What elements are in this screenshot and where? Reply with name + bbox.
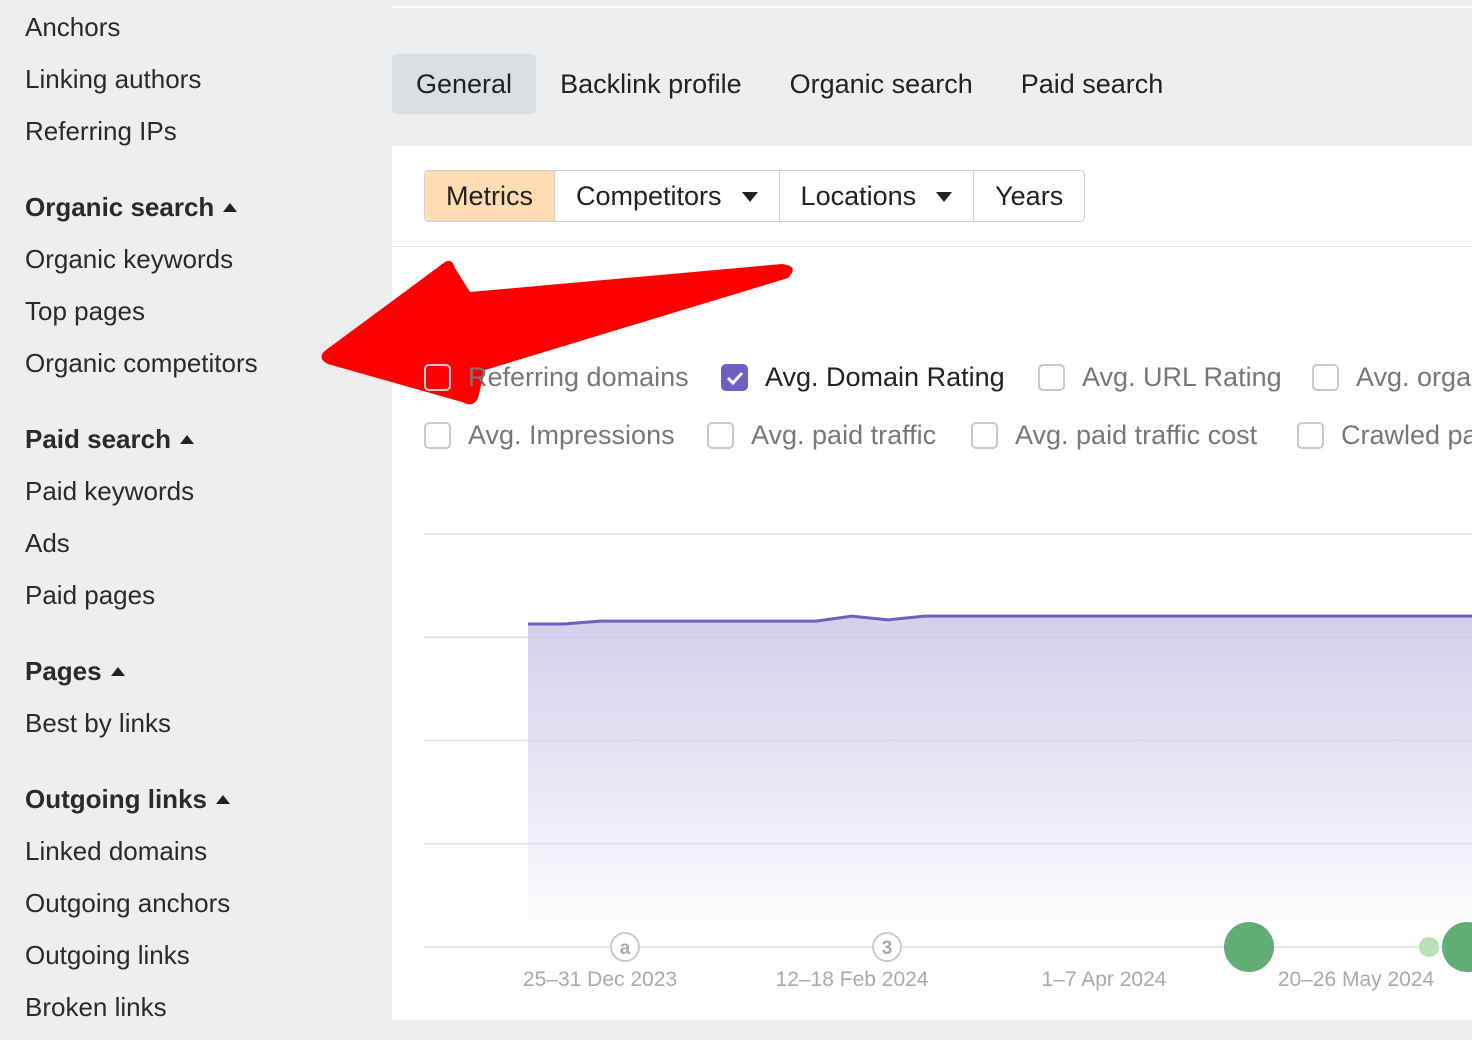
metric-checkbox[interactable]: Avg. Impressions (424, 420, 675, 451)
x-tick-label: 1–7 Apr 2024 (1042, 968, 1167, 991)
x-tick-label: 12–18 Feb 2024 (776, 968, 929, 991)
x-tick-label: 25–31 Dec 2023 (523, 968, 677, 991)
checkbox-label: Crawled pa (1341, 420, 1472, 450)
checkbox-empty-icon (707, 422, 734, 449)
checkbox-empty-icon (424, 422, 451, 449)
metric-checkbox[interactable]: Referring domains (424, 362, 689, 393)
checkbox-empty-icon (1038, 364, 1065, 391)
event-label: a (620, 938, 631, 959)
checkbox-label: Avg. paid traffic (751, 420, 937, 450)
event-label: 3 (882, 938, 893, 959)
checkbox-label: Avg. URL Rating (1082, 362, 1282, 392)
x-tick-label: 20–26 May 2024 (1278, 968, 1435, 991)
event-bubble[interactable] (1442, 922, 1472, 972)
metric-checkbox[interactable]: Avg. orga (1312, 362, 1471, 393)
metric-checkbox[interactable]: Avg. URL Rating (1038, 362, 1282, 393)
event-bubble[interactable] (1224, 922, 1274, 972)
metric-checkbox[interactable]: Avg. paid traffic cost (971, 420, 1257, 451)
area-fill (528, 616, 1472, 922)
checkbox-label: Avg. orga (1356, 362, 1472, 392)
checkbox-label: Referring domains (468, 362, 689, 392)
metric-checkbox[interactable]: Crawled pa (1297, 420, 1472, 451)
checkbox-empty-icon (1297, 422, 1324, 449)
domain-rating-chart: 25–31 Dec 2023 12–18 Feb 2024 1–7 Apr 2024… (424, 533, 1472, 991)
event-bubble[interactable] (1419, 937, 1439, 957)
checkbox-label: Avg. Domain Rating (765, 362, 1005, 392)
checkbox-empty-icon (424, 364, 451, 391)
checkbox-label: Avg. paid traffic cost (1015, 420, 1258, 450)
checkbox-checked-icon (721, 364, 748, 391)
checkbox-empty-icon (971, 422, 998, 449)
checkbox-empty-icon (1312, 364, 1339, 391)
metric-checkbox[interactable]: Avg. Domain Rating (721, 362, 1005, 393)
checkbox-label: Avg. Impressions (468, 420, 675, 450)
metric-checkbox[interactable]: Avg. paid traffic (707, 420, 936, 451)
